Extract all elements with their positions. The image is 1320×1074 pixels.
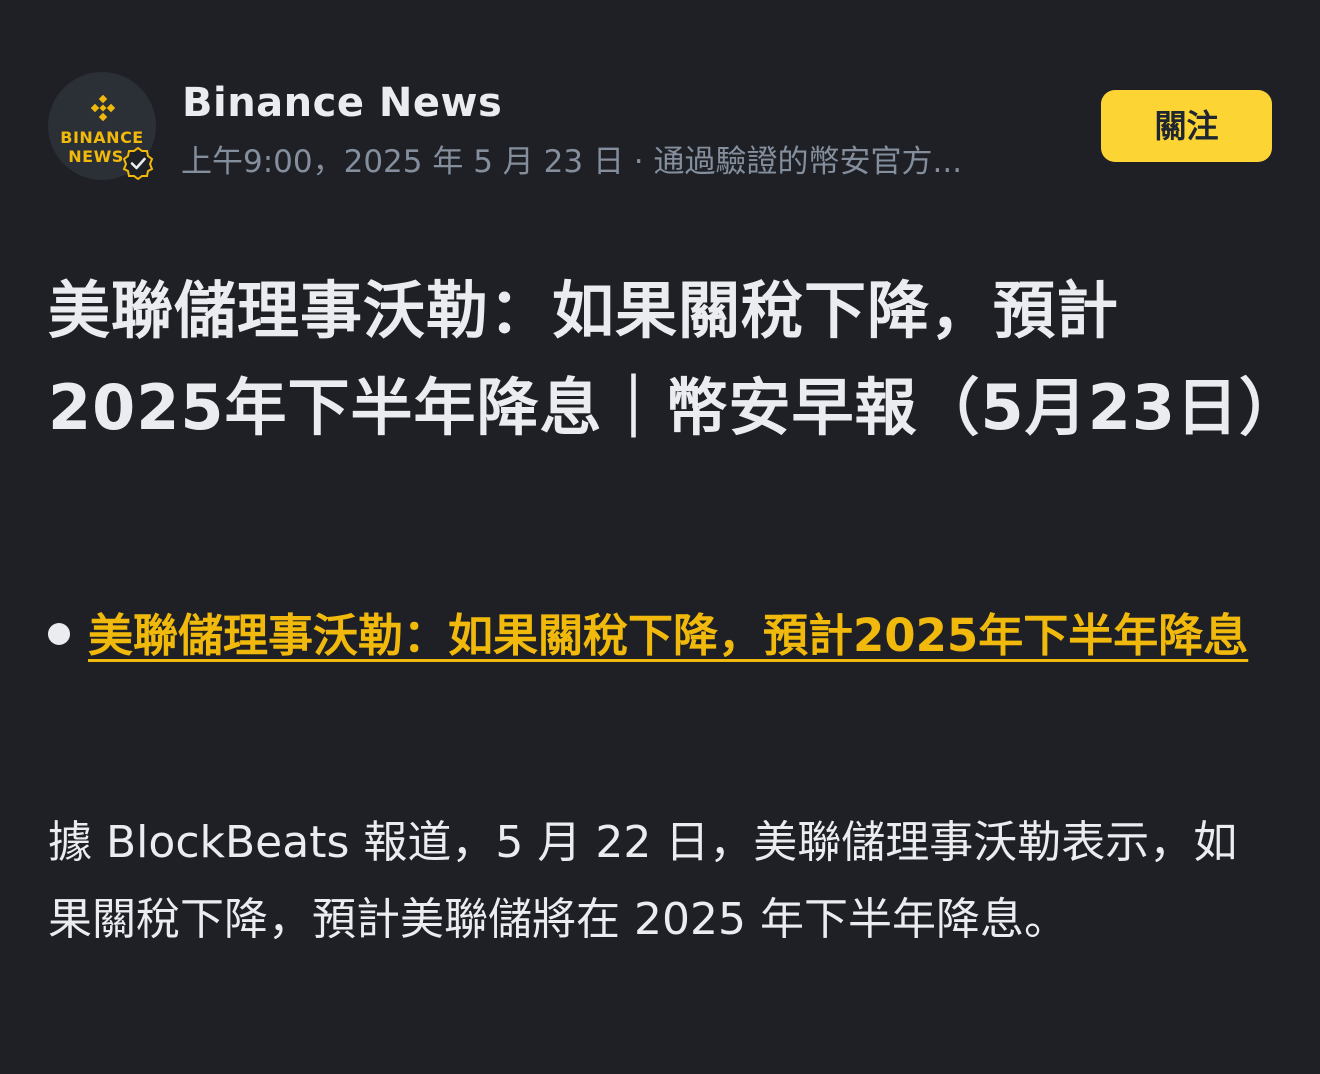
post-title: 美聯儲理事沃勒：如果關稅下降，預計2025年下半年降息｜幣安早報（5月23日） xyxy=(48,274,1302,444)
avatar[interactable]: BINANCE NEWS xyxy=(48,72,156,180)
avatar-text-line1: BINANCE xyxy=(60,128,144,147)
follow-button[interactable]: 關注 xyxy=(1101,90,1272,162)
bullet-item: 美聯儲理事沃勒：如果關稅下降，預計2025年下半年降息 xyxy=(48,600,1278,672)
verified-check-icon xyxy=(122,146,154,180)
post-meta: 上午9:00，2025 年 5 月 23 日 · 通過驗證的幣安官方... xyxy=(181,144,963,180)
bullet-dot xyxy=(48,623,70,645)
post-header: BINANCE NEWS Binance News 上午9:00，2025 年 … xyxy=(48,70,1274,185)
binance-logo-icon xyxy=(90,94,116,122)
bullet-link[interactable]: 美聯儲理事沃勒：如果關稅下降，預計2025年下半年降息 xyxy=(88,609,1248,662)
author-name[interactable]: Binance News xyxy=(182,76,502,130)
post-body: 據 BlockBeats 報道，5 月 22 日，美聯儲理事沃勒表示，如果關稅下… xyxy=(48,817,1238,945)
